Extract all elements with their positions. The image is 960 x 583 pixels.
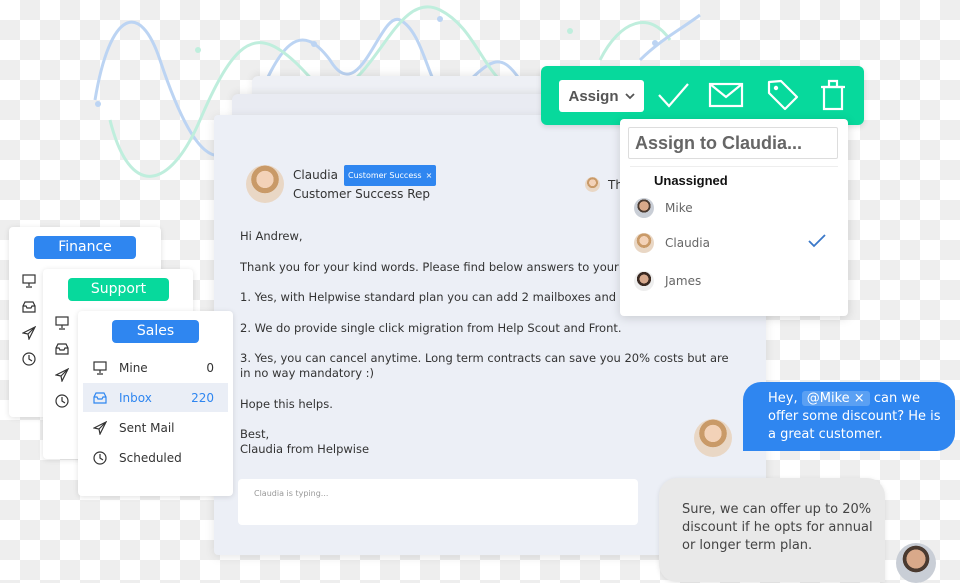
mailbox-card-sales: Sales Mine 0 Inbox 220 Sent Mail Schedul… bbox=[78, 311, 233, 496]
mail-icon[interactable] bbox=[708, 78, 744, 112]
assignee-option-claudia[interactable]: Claudia bbox=[634, 231, 834, 255]
typing-status: Claudia is typing... bbox=[254, 489, 329, 498]
sender-name: Claudia bbox=[293, 168, 338, 182]
monitor-icon bbox=[93, 360, 107, 375]
inbox-icon bbox=[55, 343, 69, 355]
mailbox-item-scheduled[interactable]: Scheduled bbox=[83, 443, 228, 472]
chat-prefix: Hey, bbox=[768, 391, 798, 406]
assignee-name: Claudia bbox=[665, 236, 710, 250]
conversation-toolbar: Assign bbox=[541, 66, 864, 125]
mailbox-item-mine[interactable]: Mine 0 bbox=[83, 353, 228, 382]
assignee-option-james[interactable]: James bbox=[634, 269, 834, 293]
clock-icon bbox=[55, 394, 69, 408]
mailbox-item-inbox[interactable]: Inbox 220 bbox=[83, 383, 228, 412]
sender-tag-label: Customer Success bbox=[347, 171, 422, 180]
clock-icon bbox=[93, 450, 107, 465]
chevron-down-icon bbox=[624, 93, 635, 100]
mention-chip: @Mike × bbox=[801, 391, 870, 406]
mailbox-title[interactable]: Support bbox=[68, 278, 169, 301]
chat-message-reply: Sure, we can offer up to 20% discount if… bbox=[659, 478, 885, 582]
sender-avatar bbox=[246, 165, 284, 203]
assignee-name: James bbox=[665, 274, 702, 288]
clock-icon bbox=[22, 352, 36, 366]
assign-label: Assign bbox=[568, 87, 619, 105]
tag-icon[interactable] bbox=[766, 78, 800, 112]
assignee-name: Mike bbox=[665, 201, 693, 215]
send-icon bbox=[93, 420, 107, 435]
monitor-icon bbox=[55, 316, 69, 330]
trash-icon[interactable] bbox=[819, 78, 847, 112]
mailbox-item-count: 0 bbox=[206, 360, 214, 375]
selected-check-icon bbox=[808, 234, 826, 248]
check-icon[interactable] bbox=[656, 78, 690, 112]
mailbox-item-label: Scheduled bbox=[119, 450, 182, 465]
sender-role: Customer Success Rep bbox=[293, 187, 431, 201]
thread-reference: Th bbox=[585, 177, 623, 192]
email-point-3: 3. Yes, you can cancel anytime. Long ter… bbox=[240, 351, 729, 380]
email-closing: Hope this helps. bbox=[240, 396, 333, 411]
assignee-avatar bbox=[634, 271, 654, 291]
assignee-option-mike[interactable]: Mike bbox=[634, 196, 834, 220]
mailbox-item-label: Sent Mail bbox=[119, 420, 175, 435]
chat-avatar-claudia bbox=[694, 419, 732, 457]
email-signature: Claudia from Helpwise bbox=[240, 442, 370, 456]
email-sender: Claudia Customer Success × Customer Succ… bbox=[246, 165, 437, 203]
remove-mention-icon[interactable]: × bbox=[854, 391, 865, 406]
assignee-avatar bbox=[634, 198, 654, 218]
mailbox-item-label: Inbox bbox=[119, 390, 152, 405]
assignee-avatar bbox=[634, 233, 654, 253]
inbox-icon bbox=[22, 301, 36, 313]
sender-tag: Customer Success × bbox=[343, 165, 437, 186]
send-icon bbox=[22, 326, 36, 340]
chat-message-internal: Hey, @Mike × can we offer some discount?… bbox=[743, 382, 955, 451]
unassigned-option[interactable]: Unassigned bbox=[654, 173, 728, 188]
mailbox-item-count: 220 bbox=[191, 390, 214, 405]
dropdown-divider bbox=[630, 166, 838, 167]
mailbox-title[interactable]: Finance bbox=[34, 236, 136, 259]
remove-tag-icon[interactable]: × bbox=[426, 167, 433, 184]
email-signoff: Best, bbox=[240, 427, 270, 441]
mailbox-title[interactable]: Sales bbox=[112, 320, 199, 343]
mailbox-item-label: Mine bbox=[119, 360, 148, 375]
mention-name: @Mike bbox=[806, 391, 850, 406]
email-point-2: 2. We do provide single click migration … bbox=[240, 320, 622, 335]
assign-search-input[interactable]: Assign to Claudia... bbox=[628, 127, 838, 159]
thread-avatar bbox=[585, 177, 600, 192]
chat-avatar-mike bbox=[896, 543, 936, 583]
monitor-icon bbox=[22, 274, 36, 288]
inbox-icon bbox=[93, 391, 107, 404]
assign-button[interactable]: Assign bbox=[559, 80, 644, 112]
mailbox-item-sent-mail[interactable]: Sent Mail bbox=[83, 413, 228, 442]
send-icon bbox=[55, 368, 69, 382]
assign-dropdown: Assign to Claudia... Unassigned Mike Cla… bbox=[620, 119, 848, 316]
reply-box[interactable]: Claudia is typing... bbox=[238, 479, 638, 525]
